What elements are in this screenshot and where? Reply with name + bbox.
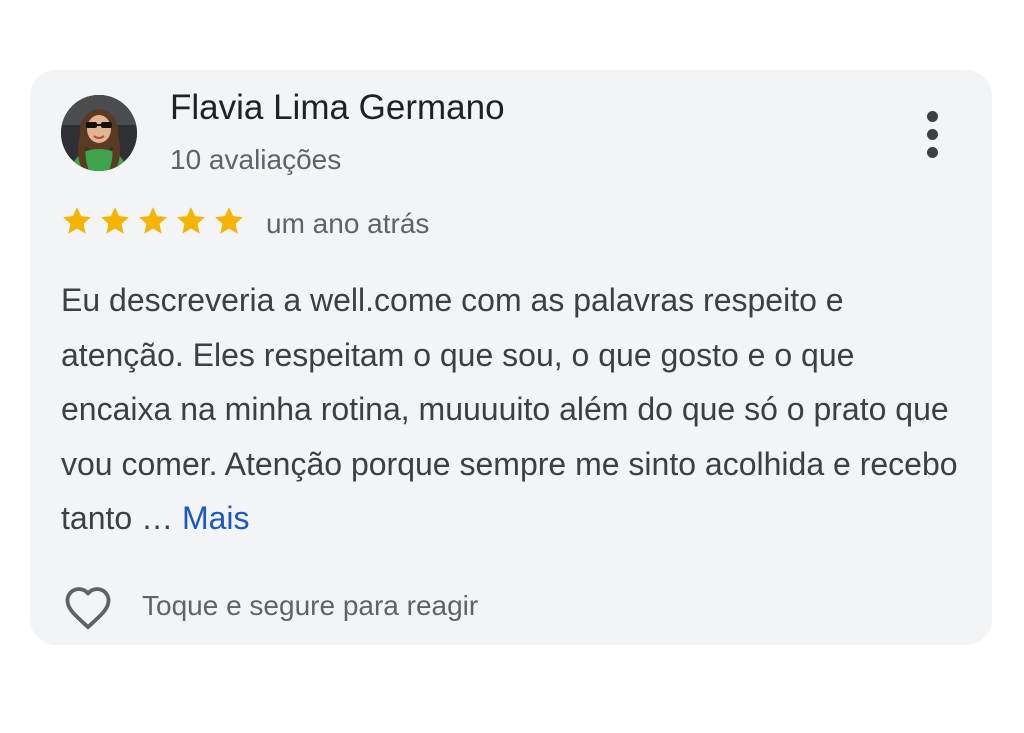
react-hint: Toque e segure para reagir [142,590,479,621]
star-icon [215,207,243,234]
review-card: Flavia Lima Germano 10 avaliações um ano… [30,70,992,645]
more-vert-icon [926,110,938,122]
read-more-link[interactable]: Mais [182,500,250,536]
more-vert-icon-dot [926,128,938,140]
more-options-button[interactable] [914,106,950,162]
star-icon [63,207,91,234]
react-button[interactable] [59,578,117,636]
review-text-block: Eu descreveria a well.come com as palavr… [61,273,971,546]
author-avatar[interactable] [61,95,137,171]
author-name[interactable]: Flavia Lima Germano [170,88,505,128]
heart-outline-icon [65,587,111,629]
star-rating [60,204,246,238]
more-vert-icon-dot [926,146,938,158]
star-icon [139,207,167,234]
review-date: um ano atrás [266,208,430,239]
avatar-photo [61,95,137,171]
star-icon [101,207,129,234]
star-icon [177,207,205,234]
review-text: Eu descreveria a well.come com as palavr… [61,282,958,536]
author-review-count[interactable]: 10 avaliações [170,144,341,176]
